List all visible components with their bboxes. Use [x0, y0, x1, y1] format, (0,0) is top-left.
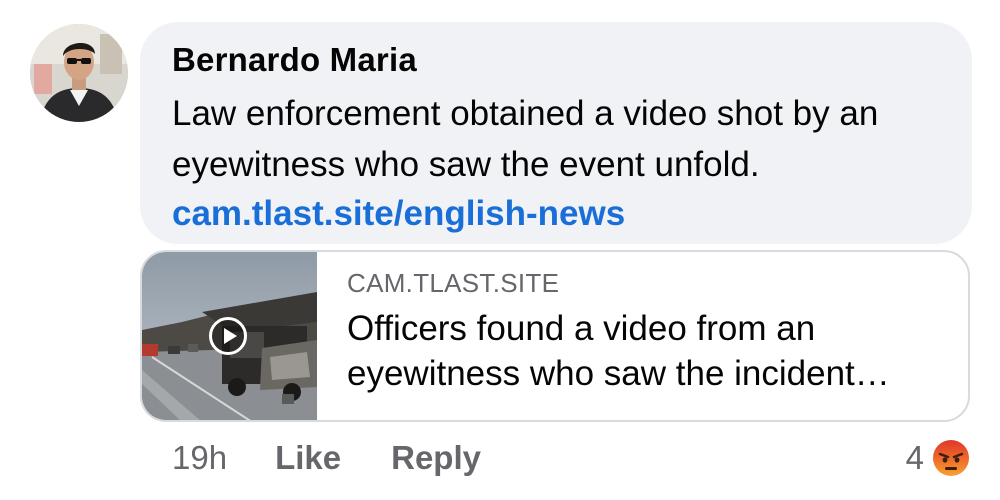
comment-bubble: Bernardo Maria Law enforcement obtained …	[140, 22, 972, 244]
link-preview-card[interactable]: CAM.TLAST.SITE Officers found a video fr…	[140, 250, 970, 422]
avatar-photo	[30, 24, 128, 122]
comment-actions: 19h Like Reply	[172, 436, 531, 480]
reaction-summary[interactable]: 4	[906, 434, 972, 482]
comment-text: Law enforcement obtained a video shot by…	[172, 94, 879, 184]
preview-title[interactable]: Officers found a video from an eyewitnes…	[347, 306, 947, 396]
like-button[interactable]: Like	[275, 439, 341, 477]
preview-domain: CAM.TLAST.SITE	[347, 268, 560, 298]
comment-link[interactable]: cam.tlast.site/english-news	[172, 190, 942, 238]
reply-button[interactable]: Reply	[391, 439, 481, 477]
reaction-count: 4	[905, 439, 924, 476]
comment-timestamp[interactable]: 19h	[172, 439, 227, 477]
preview-thumbnail[interactable]	[142, 252, 317, 420]
comment-author[interactable]: Bernardo Maria	[172, 40, 942, 80]
play-icon[interactable]	[209, 317, 247, 355]
comment-container: Bernardo Maria Law enforcement obtained …	[0, 0, 1000, 500]
avatar[interactable]	[30, 24, 128, 122]
angry-reaction-icon	[931, 438, 971, 478]
